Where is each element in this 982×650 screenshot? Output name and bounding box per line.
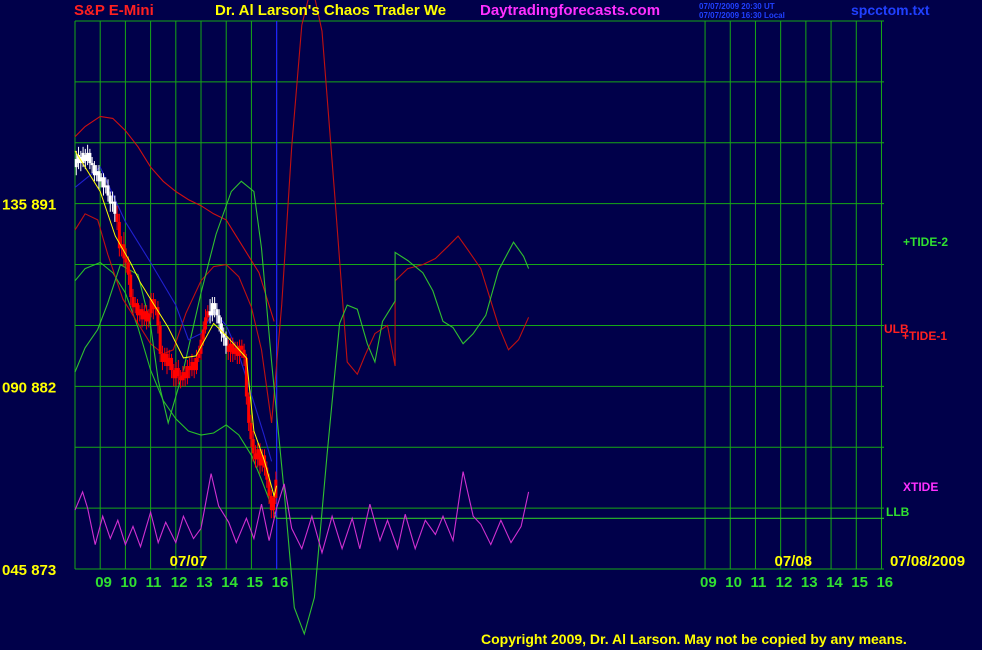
price-body-87: [272, 497, 276, 511]
copyright-notice: Copyright 2009, Dr. Al Larson. May not b…: [481, 631, 907, 647]
price-body-24: [129, 274, 133, 298]
symbol-label: S&P E-Mini: [74, 2, 154, 19]
x-tick-label-7: 16: [272, 574, 289, 591]
price-body-66: [224, 337, 228, 346]
series-label-tide2: +TIDE-2: [903, 235, 948, 249]
x-tick-label-3: 12: [171, 574, 188, 591]
x-tick-label-5: 14: [221, 574, 238, 591]
date-label-1: 07/08: [774, 553, 812, 570]
price-body-62: [215, 309, 219, 316]
site-label: Daytradingforecasts.com: [480, 2, 661, 19]
price-body-22: [124, 258, 128, 263]
price-body-45: [176, 368, 180, 377]
chart-svg: 135 891 090 882 045 873 09 10 11 12 13 14 15 16 09 1…: [2, 0, 965, 636]
price-body-17: [113, 201, 117, 214]
y-axis-label-0: 135 891: [2, 197, 56, 214]
price-body-77: [249, 422, 253, 440]
trend-blue-line: [74, 166, 273, 462]
price-body-37: [158, 325, 162, 354]
file-label: spcctom.txt: [851, 2, 930, 18]
x-tick-label-2: 11: [146, 574, 162, 591]
x-tick-label-4: 13: [196, 574, 213, 591]
price-body-78: [251, 439, 255, 454]
series-label-tide1: +TIDE-1: [902, 329, 947, 343]
price-body-18: [115, 213, 119, 222]
price-body-63: [217, 315, 221, 324]
y-axis-label-1: 090 882: [2, 379, 56, 396]
price-body-73: [240, 345, 244, 350]
series-tide2: [74, 180, 530, 636]
series-label-xtide: XTIDE: [903, 480, 938, 494]
series-xtide: [74, 471, 530, 555]
price-body-7: [90, 163, 94, 166]
x-tick-label-8: 09: [700, 574, 717, 591]
stamp-ut: 07/07/2009 20:30 UT: [699, 2, 775, 11]
x-tick-label-1: 10: [120, 574, 137, 591]
price-body-23: [126, 262, 130, 275]
date-label-2: 07/08/2009: [890, 553, 965, 570]
price-body-57: [204, 317, 208, 330]
x-tick-label-14: 15: [851, 574, 868, 591]
x-tick-label-13: 14: [826, 574, 843, 591]
series-tide1: [74, 0, 530, 423]
stamp-local: 07/07/2009 16:30 Local: [699, 11, 785, 20]
x-tick-label-10: 11: [750, 574, 766, 591]
x-tick-label-0: 09: [95, 574, 112, 591]
price-body-61: [213, 303, 217, 310]
x-tick-label-6: 15: [246, 574, 263, 591]
y-axis-label-2: 045 873: [2, 562, 56, 579]
price-body-6: [88, 152, 92, 164]
price-body-53: [194, 357, 198, 371]
x-tick-label-9: 10: [725, 574, 742, 591]
series-layer: [74, 0, 884, 636]
price-body-14: [106, 185, 110, 196]
price-body-56: [201, 329, 205, 340]
price-body-42: [170, 357, 174, 371]
series-llb: [74, 261, 884, 519]
x-tick-label-15: 16: [876, 574, 893, 591]
grid: [74, 20, 884, 570]
x-tick-label-11: 12: [776, 574, 793, 591]
price-body-76: [247, 396, 251, 423]
price-body-32: [147, 313, 151, 322]
date-label-0: 07/07: [170, 553, 208, 570]
price-body-54: [197, 353, 201, 358]
x-tick-label-12: 13: [801, 574, 818, 591]
chart-title: Dr. Al Larson's Chaos Trader We: [215, 2, 447, 19]
series-label-llb: LLB: [886, 505, 910, 519]
